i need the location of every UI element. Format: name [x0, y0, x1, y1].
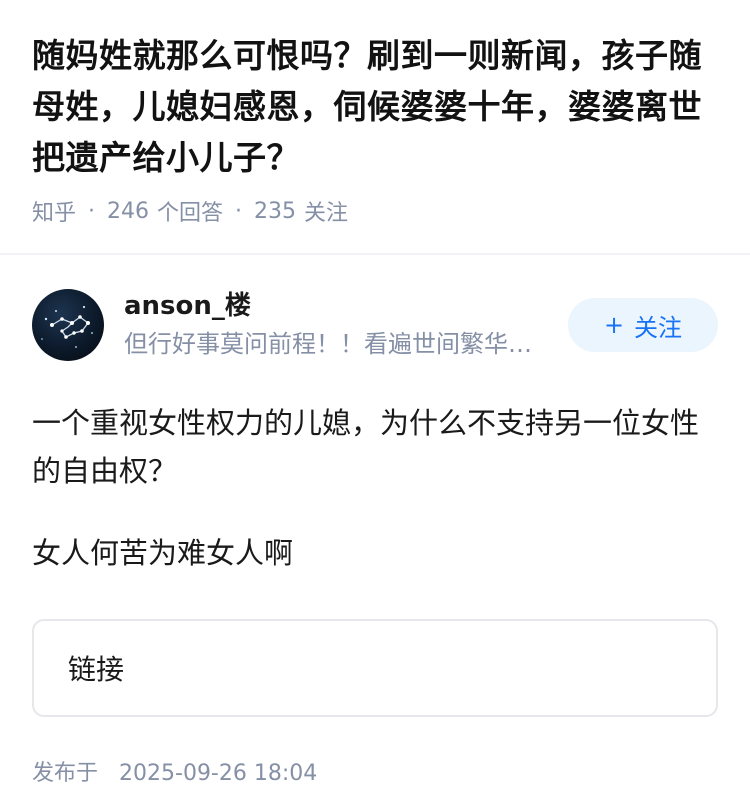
meta-separator: · — [235, 198, 243, 224]
answers-count: 246 — [107, 198, 150, 224]
author-bio: 但行好事莫问前程！！看遍世间繁华，不如守着一方天地 — [124, 330, 536, 358]
question-header: 随妈姓就那么可恨吗？刷到一则新闻，孩子随母姓，儿媳妇感恩，伺候婆婆十年，婆婆离世… — [0, 0, 750, 227]
answer-paragraph: 女人何苦为难女人啊 — [32, 536, 294, 570]
avatar[interactable] — [32, 289, 104, 361]
link-card-label: 链接 — [68, 653, 125, 686]
followers-count: 235 — [254, 198, 297, 224]
follow-button[interactable]: + 关注 — [568, 298, 718, 352]
answer-paragraph: 一个重视女性权力的儿媳，为什么不支持另一位女性的自由权？ — [32, 406, 700, 488]
source-label[interactable]: 知乎 — [32, 195, 76, 227]
meta-separator: · — [88, 198, 96, 224]
link-card[interactable]: 链接 — [32, 619, 718, 717]
followers-label[interactable]: 关注 — [304, 195, 348, 227]
question-title[interactable]: 随妈姓就那么可恨吗？刷到一则新闻，孩子随母姓，儿媳妇感恩，伺候婆婆十年，婆婆离世… — [32, 30, 718, 183]
question-meta: 知乎 · 246 个回答 · 235 关注 — [32, 195, 718, 227]
publish-info: 发布于 2025-09-26 18:04 — [0, 755, 750, 787]
section-divider — [0, 253, 750, 255]
answers-label[interactable]: 个回答 — [157, 195, 223, 227]
author-name[interactable]: anson_楼 — [124, 289, 558, 323]
publish-datetime: 2025-09-26 18:04 — [119, 761, 318, 786]
follow-label: 关注 — [634, 313, 683, 342]
answer-content: 一个重视女性权力的儿媳，为什么不支持另一位女性的自由权？ 女人何苦为难女人啊 — [0, 399, 750, 577]
plus-icon: + — [603, 311, 625, 339]
author-info: anson_楼 但行好事莫问前程！！看遍世间繁华，不如守着一方天地 — [124, 289, 558, 361]
author-row: anson_楼 但行好事莫问前程！！看遍世间繁华，不如守着一方天地 + 关注 — [0, 287, 750, 363]
publish-label: 发布于 — [32, 761, 99, 786]
constellation-avatar-icon — [41, 305, 93, 348]
